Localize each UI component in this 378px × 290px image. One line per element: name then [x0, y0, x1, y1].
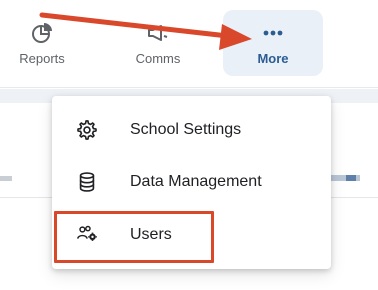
background-bar-left [0, 176, 12, 181]
background-bar-right-fill [346, 175, 356, 181]
menu-item-label: Data Management [130, 173, 262, 190]
menu-item-label: Users [130, 226, 172, 243]
menu-item-data-management[interactable]: Data Management [52, 156, 331, 208]
more-dropdown-menu: School Settings Data Management Users [52, 96, 331, 269]
menu-item-users[interactable]: Users [52, 209, 331, 261]
database-icon [79, 172, 95, 192]
annotation-arrow [39, 12, 252, 50]
app-page: Reports Comms More School Settings Data … [0, 0, 378, 290]
menu-item-school-settings[interactable]: School Settings [52, 104, 331, 156]
users-gear-icon [77, 225, 97, 242]
gear-icon [77, 120, 97, 140]
menu-item-label: School Settings [130, 121, 242, 138]
